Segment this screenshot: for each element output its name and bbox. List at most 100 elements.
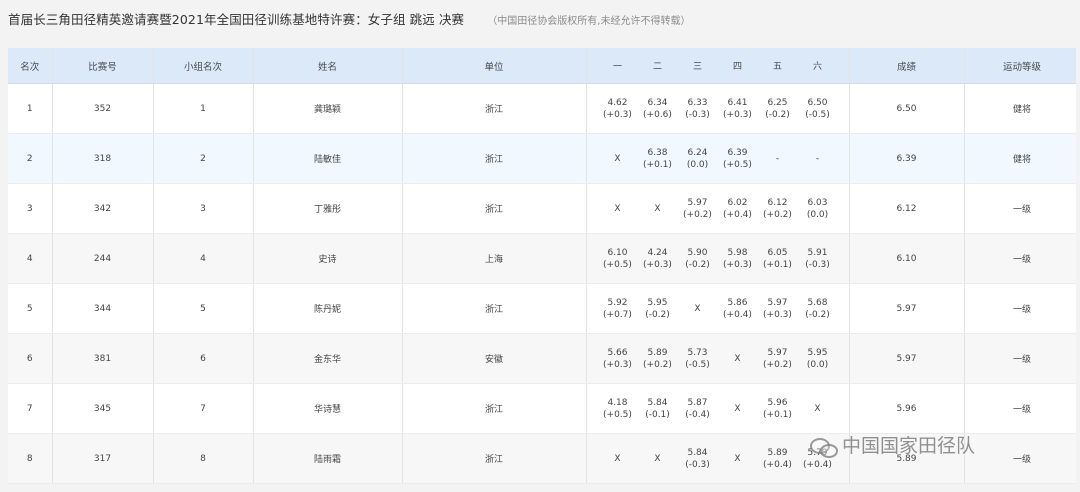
attempt-wind: (+0.5) bbox=[603, 409, 632, 420]
attempt-2: 5.84 (-0.1) bbox=[638, 397, 678, 421]
round-header-2: 二 bbox=[652, 62, 662, 72]
attempt-wind: (-0.2) bbox=[685, 259, 710, 270]
attempt-wind: (+0.3) bbox=[643, 259, 672, 270]
attempt-wind: (+0.3) bbox=[603, 109, 632, 120]
attempt-wind: (+0.3) bbox=[763, 309, 792, 320]
attempts-cell: 5.92 (+0.7) 5.95 (-0.2) X 5.86 (+0.4) 5.97 (+0.3… bbox=[586, 283, 850, 334]
bib-cell: 344 bbox=[52, 283, 154, 334]
rank-cell: 6 bbox=[8, 333, 53, 384]
attempt-mark: 5.92 bbox=[607, 297, 628, 308]
attempt-5: 6.12 (+0.2) bbox=[758, 197, 798, 221]
score-cell: 6.12 bbox=[849, 183, 965, 234]
attempt-wind: (-0.3) bbox=[685, 459, 710, 470]
attempt-6: 6.03 (0.0) bbox=[798, 197, 838, 221]
attempt-2: X bbox=[638, 203, 678, 215]
attempt-mark: 5.89 bbox=[647, 347, 668, 358]
attempt-wind: (+0.3) bbox=[603, 359, 632, 370]
wechat-bubble-small bbox=[820, 443, 838, 458]
bib-cell: 345 bbox=[52, 383, 154, 434]
table-header-row: 名次 比赛号 小组名次 姓名 单位 一 二 三 四 五 六 成绩 运动等级 bbox=[8, 48, 1080, 84]
attempt-1: X bbox=[598, 203, 638, 215]
score-cell: 5.97 bbox=[849, 333, 965, 384]
attempt-mark: 6.41 bbox=[727, 97, 748, 108]
attempt-wind: (+0.4) bbox=[723, 209, 752, 220]
attempt-mark: 5.97 bbox=[687, 197, 708, 208]
bib-cell: 318 bbox=[52, 133, 154, 184]
page-title: 首届长三角田径精英邀请赛暨2021年全国田径训练基地特许赛：女子组 跳远 决赛 bbox=[8, 12, 465, 27]
attempt-3: 6.24 (0.0) bbox=[678, 147, 718, 171]
right-edge-cutoff bbox=[1076, 0, 1080, 492]
group-rank-cell: 7 bbox=[153, 383, 254, 434]
header-level: 运动等级 bbox=[964, 48, 1080, 84]
attempt-wind: (+0.1) bbox=[643, 159, 672, 170]
attempt-wind: (0.0) bbox=[686, 159, 709, 170]
group-rank-cell: 8 bbox=[153, 433, 254, 484]
bib-cell: 342 bbox=[52, 183, 154, 234]
sport-level-cell: 一级 bbox=[964, 333, 1080, 384]
table-row: 5 344 5 陈丹妮 浙江 5.92 (+0.7) 5.95 (-0.2) X 5.86 (+0.4… bbox=[8, 283, 1080, 334]
attempt-mark: 6.10 bbox=[607, 247, 628, 258]
attempt-mark: X bbox=[614, 203, 621, 214]
unit-cell: 浙江 bbox=[402, 383, 587, 434]
unit-cell: 上海 bbox=[402, 233, 587, 284]
attempt-6: 5.95 (0.0) bbox=[798, 347, 838, 371]
unit-cell: 浙江 bbox=[402, 83, 587, 134]
group-rank-cell: 5 bbox=[153, 283, 254, 334]
attempt-wind: (+0.2) bbox=[643, 359, 672, 370]
copyright-notice: （中国田径协会版权所有,未经允许不得转载） bbox=[487, 16, 691, 27]
attempt-mark: 5.90 bbox=[687, 247, 708, 258]
table-row: 3 342 3 丁雅彤 浙江 X X 5.97 (+0.2) 6.02 (+0.4) 6.12 (+0.… bbox=[8, 183, 1080, 234]
attempt-5: - bbox=[758, 153, 798, 165]
attempt-3: X bbox=[678, 303, 718, 315]
attempt-mark: - bbox=[815, 153, 820, 164]
score-cell: 6.10 bbox=[849, 233, 965, 284]
table-row: 6 381 6 金东华 安徽 5.66 (+0.3) 5.89 (+0.2) 5.73 (-0.5)… bbox=[8, 333, 1080, 384]
attempt-mark: X bbox=[734, 453, 741, 464]
round-header-4: 四 bbox=[732, 62, 742, 72]
table-row: 2 318 2 陆敏佳 浙江 X 6.38 (+0.1) 6.24 (0.0) 6.39 (+0.5)… bbox=[8, 133, 1080, 184]
attempts-cell: 5.66 (+0.3) 5.89 (+0.2) 5.73 (-0.5) X 5.97 (+0.2… bbox=[586, 333, 850, 384]
attempt-2: 5.89 (+0.2) bbox=[638, 347, 678, 371]
athlete-name-cell: 华诗慧 bbox=[253, 383, 403, 434]
attempt-mark: 5.97 bbox=[767, 347, 788, 358]
attempt-5: 5.97 (+0.2) bbox=[758, 347, 798, 371]
bib-cell: 381 bbox=[52, 333, 154, 384]
attempt-mark: 6.05 bbox=[767, 247, 788, 258]
attempts-cell: X 6.38 (+0.1) 6.24 (0.0) 6.39 (+0.5) - - bbox=[586, 133, 850, 184]
attempt-wind: (+0.2) bbox=[683, 209, 712, 220]
attempt-mark: 5.84 bbox=[687, 447, 708, 458]
sport-level-cell: 健将 bbox=[964, 133, 1080, 184]
attempt-6: - bbox=[798, 153, 838, 165]
attempt-mark: X bbox=[614, 153, 621, 164]
attempt-wind: (-0.1) bbox=[645, 409, 670, 420]
attempt-4: X bbox=[718, 353, 758, 365]
attempt-wind: (-0.5) bbox=[805, 109, 830, 120]
attempt-mark: X bbox=[734, 353, 741, 364]
table-body: 1 352 1 龚璐颖 浙江 4.62 (+0.3) 6.34 (+0.6) 6.33 (-0.3)… bbox=[8, 83, 1080, 484]
attempt-5: 6.25 (-0.2) bbox=[758, 97, 798, 121]
group-rank-cell: 1 bbox=[153, 83, 254, 134]
watermark: 中国国家田径队 bbox=[810, 426, 1050, 466]
attempt-mark: 6.33 bbox=[687, 97, 708, 108]
group-rank-cell: 2 bbox=[153, 133, 254, 184]
unit-cell: 浙江 bbox=[402, 183, 587, 234]
sport-level-cell: 一级 bbox=[964, 283, 1080, 334]
attempt-mark: 4.18 bbox=[607, 397, 628, 408]
attempt-mark: 6.39 bbox=[727, 147, 748, 158]
attempt-6: 6.50 (-0.5) bbox=[798, 97, 838, 121]
attempt-2: X bbox=[638, 453, 678, 465]
attempt-mark: X bbox=[654, 203, 661, 214]
results-table: 名次 比赛号 小组名次 姓名 单位 一二三四五六 成绩 运动等级 1 352 1 龚璐… bbox=[8, 48, 1080, 484]
attempt-4: 5.98 (+0.3) bbox=[718, 247, 758, 271]
score-cell: 5.97 bbox=[849, 283, 965, 334]
attempt-mark: 6.24 bbox=[687, 147, 708, 158]
attempt-wind: (+0.5) bbox=[723, 159, 752, 170]
attempt-1: 4.62 (+0.3) bbox=[598, 97, 638, 121]
attempt-3: 6.33 (-0.3) bbox=[678, 97, 718, 121]
unit-cell: 浙江 bbox=[402, 283, 587, 334]
sport-level-cell: 一级 bbox=[964, 233, 1080, 284]
attempt-4: 5.86 (+0.4) bbox=[718, 297, 758, 321]
header-rank: 名次 bbox=[8, 48, 53, 84]
attempt-wind: (+0.1) bbox=[763, 409, 792, 420]
attempts-cell: X X 5.97 (+0.2) 6.02 (+0.4) 6.12 (+0.2) 6.03 (0.0… bbox=[586, 183, 850, 234]
